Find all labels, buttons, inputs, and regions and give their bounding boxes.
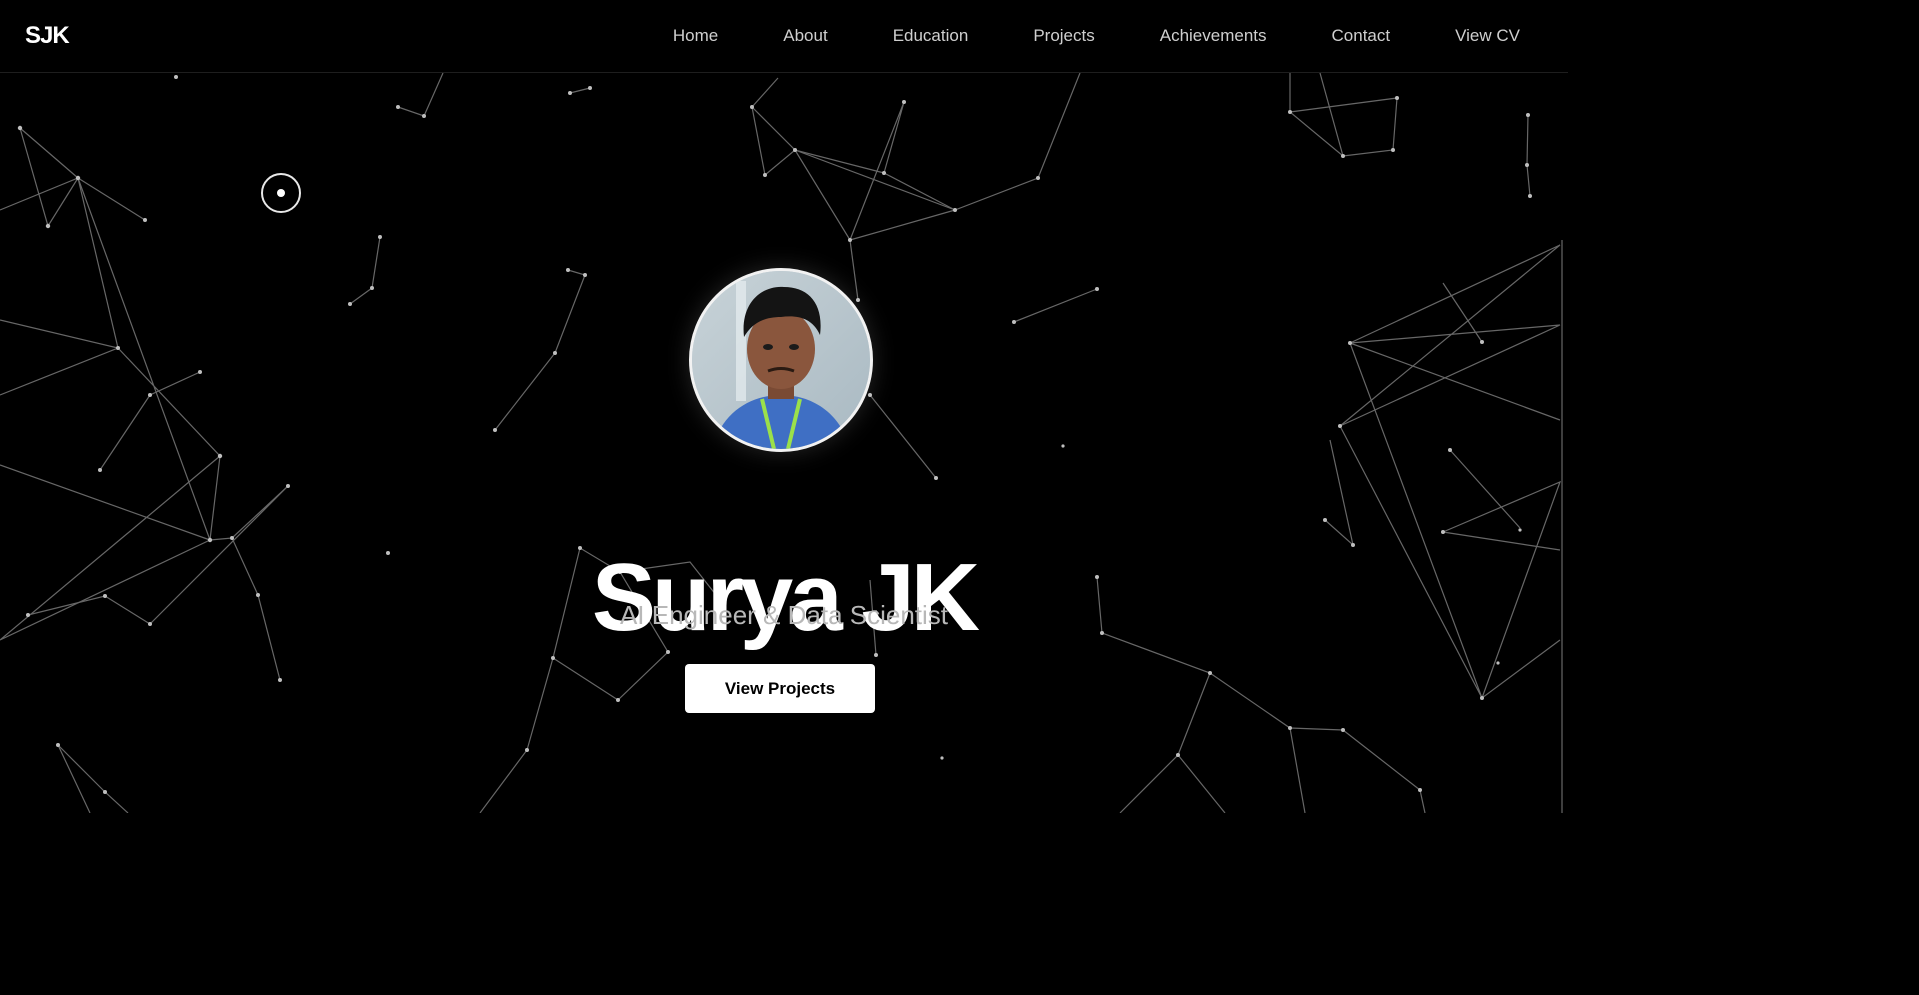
nav-link-achievements[interactable]: Achievements bbox=[1160, 26, 1267, 46]
site-logo[interactable]: SJK bbox=[25, 22, 70, 50]
nav-link-home[interactable]: Home bbox=[673, 26, 718, 46]
profile-avatar bbox=[689, 268, 873, 452]
nav-link-view-cv[interactable]: View CV bbox=[1455, 26, 1520, 46]
profile-photo-icon bbox=[692, 271, 870, 449]
page: SJK Home About Education Projects Achiev… bbox=[0, 0, 1568, 813]
nav-link-about[interactable]: About bbox=[783, 26, 827, 46]
nav-menu: Home About Education Projects Achievemen… bbox=[673, 26, 1520, 46]
hero-section: Surya JK AI Engineer & Data Scientist Vi… bbox=[0, 0, 1568, 813]
view-projects-button[interactable]: View Projects bbox=[685, 664, 875, 713]
nav-link-contact[interactable]: Contact bbox=[1332, 26, 1391, 46]
cursor-dot-icon bbox=[277, 189, 285, 197]
top-navbar: SJK Home About Education Projects Achiev… bbox=[0, 0, 1568, 73]
nav-link-education[interactable]: Education bbox=[893, 26, 969, 46]
hero-role-subtitle: AI Engineer & Data Scientist bbox=[619, 600, 949, 630]
custom-cursor-icon bbox=[261, 173, 301, 213]
nav-link-projects[interactable]: Projects bbox=[1033, 26, 1094, 46]
